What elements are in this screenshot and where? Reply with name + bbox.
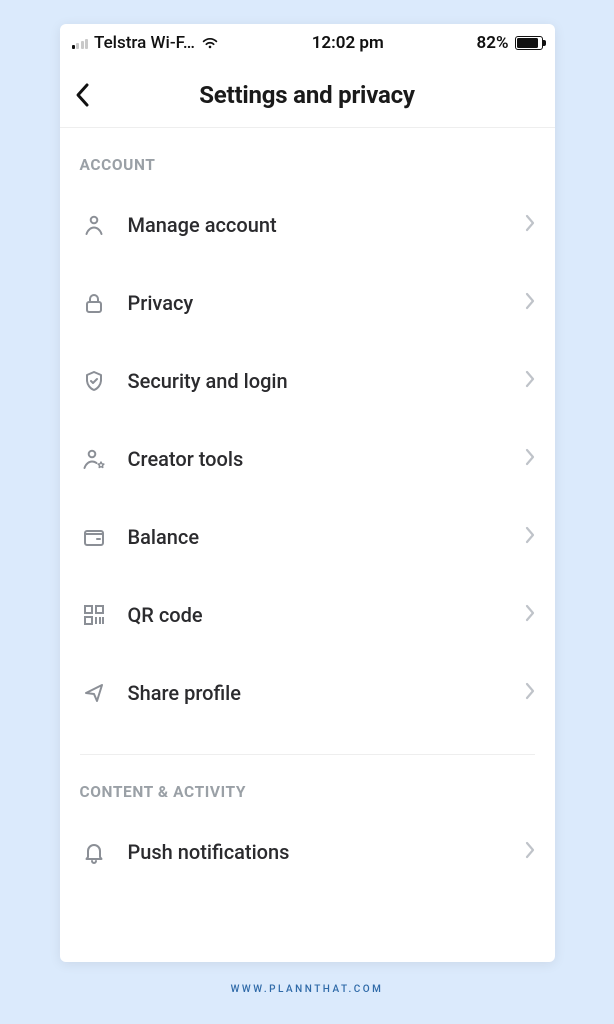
- row-privacy[interactable]: Privacy: [80, 264, 535, 342]
- qr-code-icon: [80, 604, 108, 626]
- row-qr-code[interactable]: QR code: [80, 576, 535, 654]
- section-content-activity-label: CONTENT & ACTIVITY: [80, 783, 535, 801]
- status-bar: Telstra Wi-F… 12:02 pm 82%: [60, 24, 555, 62]
- battery-percent: 82%: [477, 33, 509, 53]
- row-creator-tools[interactable]: Creator tools: [80, 420, 535, 498]
- battery-icon: [515, 36, 543, 50]
- row-manage-account[interactable]: Manage account: [80, 186, 535, 264]
- bell-icon: [80, 840, 108, 864]
- status-time: 12:02 pm: [219, 33, 477, 53]
- watermark: WWW.PLANNTHAT.COM: [231, 984, 384, 995]
- chevron-right-icon: [525, 682, 535, 704]
- cellular-signal-icon: [72, 37, 89, 49]
- row-label: Share profile: [128, 681, 505, 705]
- wifi-icon: [201, 36, 219, 50]
- chevron-left-icon: [74, 82, 90, 108]
- page-title: Settings and privacy: [108, 81, 507, 109]
- chevron-right-icon: [525, 526, 535, 548]
- row-balance[interactable]: Balance: [80, 498, 535, 576]
- title-bar: Settings and privacy: [60, 62, 555, 128]
- row-label: Manage account: [128, 213, 505, 237]
- chevron-right-icon: [525, 214, 535, 236]
- row-security[interactable]: Security and login: [80, 342, 535, 420]
- phone-frame: Telstra Wi-F… 12:02 pm 82% Settings and …: [60, 24, 555, 962]
- chevron-right-icon: [525, 370, 535, 392]
- row-label: Security and login: [128, 369, 505, 393]
- row-push-notifications[interactable]: Push notifications: [80, 813, 535, 891]
- row-label: Push notifications: [128, 840, 505, 864]
- row-label: Privacy: [128, 291, 505, 315]
- lock-icon: [80, 291, 108, 315]
- share-icon: [80, 681, 108, 705]
- row-label: Creator tools: [128, 447, 505, 471]
- chevron-right-icon: [525, 292, 535, 314]
- back-button[interactable]: [74, 82, 108, 108]
- carrier-label: Telstra Wi-F…: [94, 33, 195, 53]
- section-account-label: ACCOUNT: [80, 156, 535, 174]
- chevron-right-icon: [525, 604, 535, 626]
- row-label: Balance: [128, 525, 505, 549]
- settings-content: ACCOUNT Manage account Privacy: [60, 128, 555, 962]
- person-star-icon: [80, 447, 108, 471]
- row-share-profile[interactable]: Share profile: [80, 654, 535, 732]
- section-divider: [80, 754, 535, 755]
- person-icon: [80, 213, 108, 237]
- chevron-right-icon: [525, 841, 535, 863]
- chevron-right-icon: [525, 448, 535, 470]
- wallet-icon: [80, 525, 108, 549]
- shield-check-icon: [80, 369, 108, 393]
- row-label: QR code: [128, 603, 505, 627]
